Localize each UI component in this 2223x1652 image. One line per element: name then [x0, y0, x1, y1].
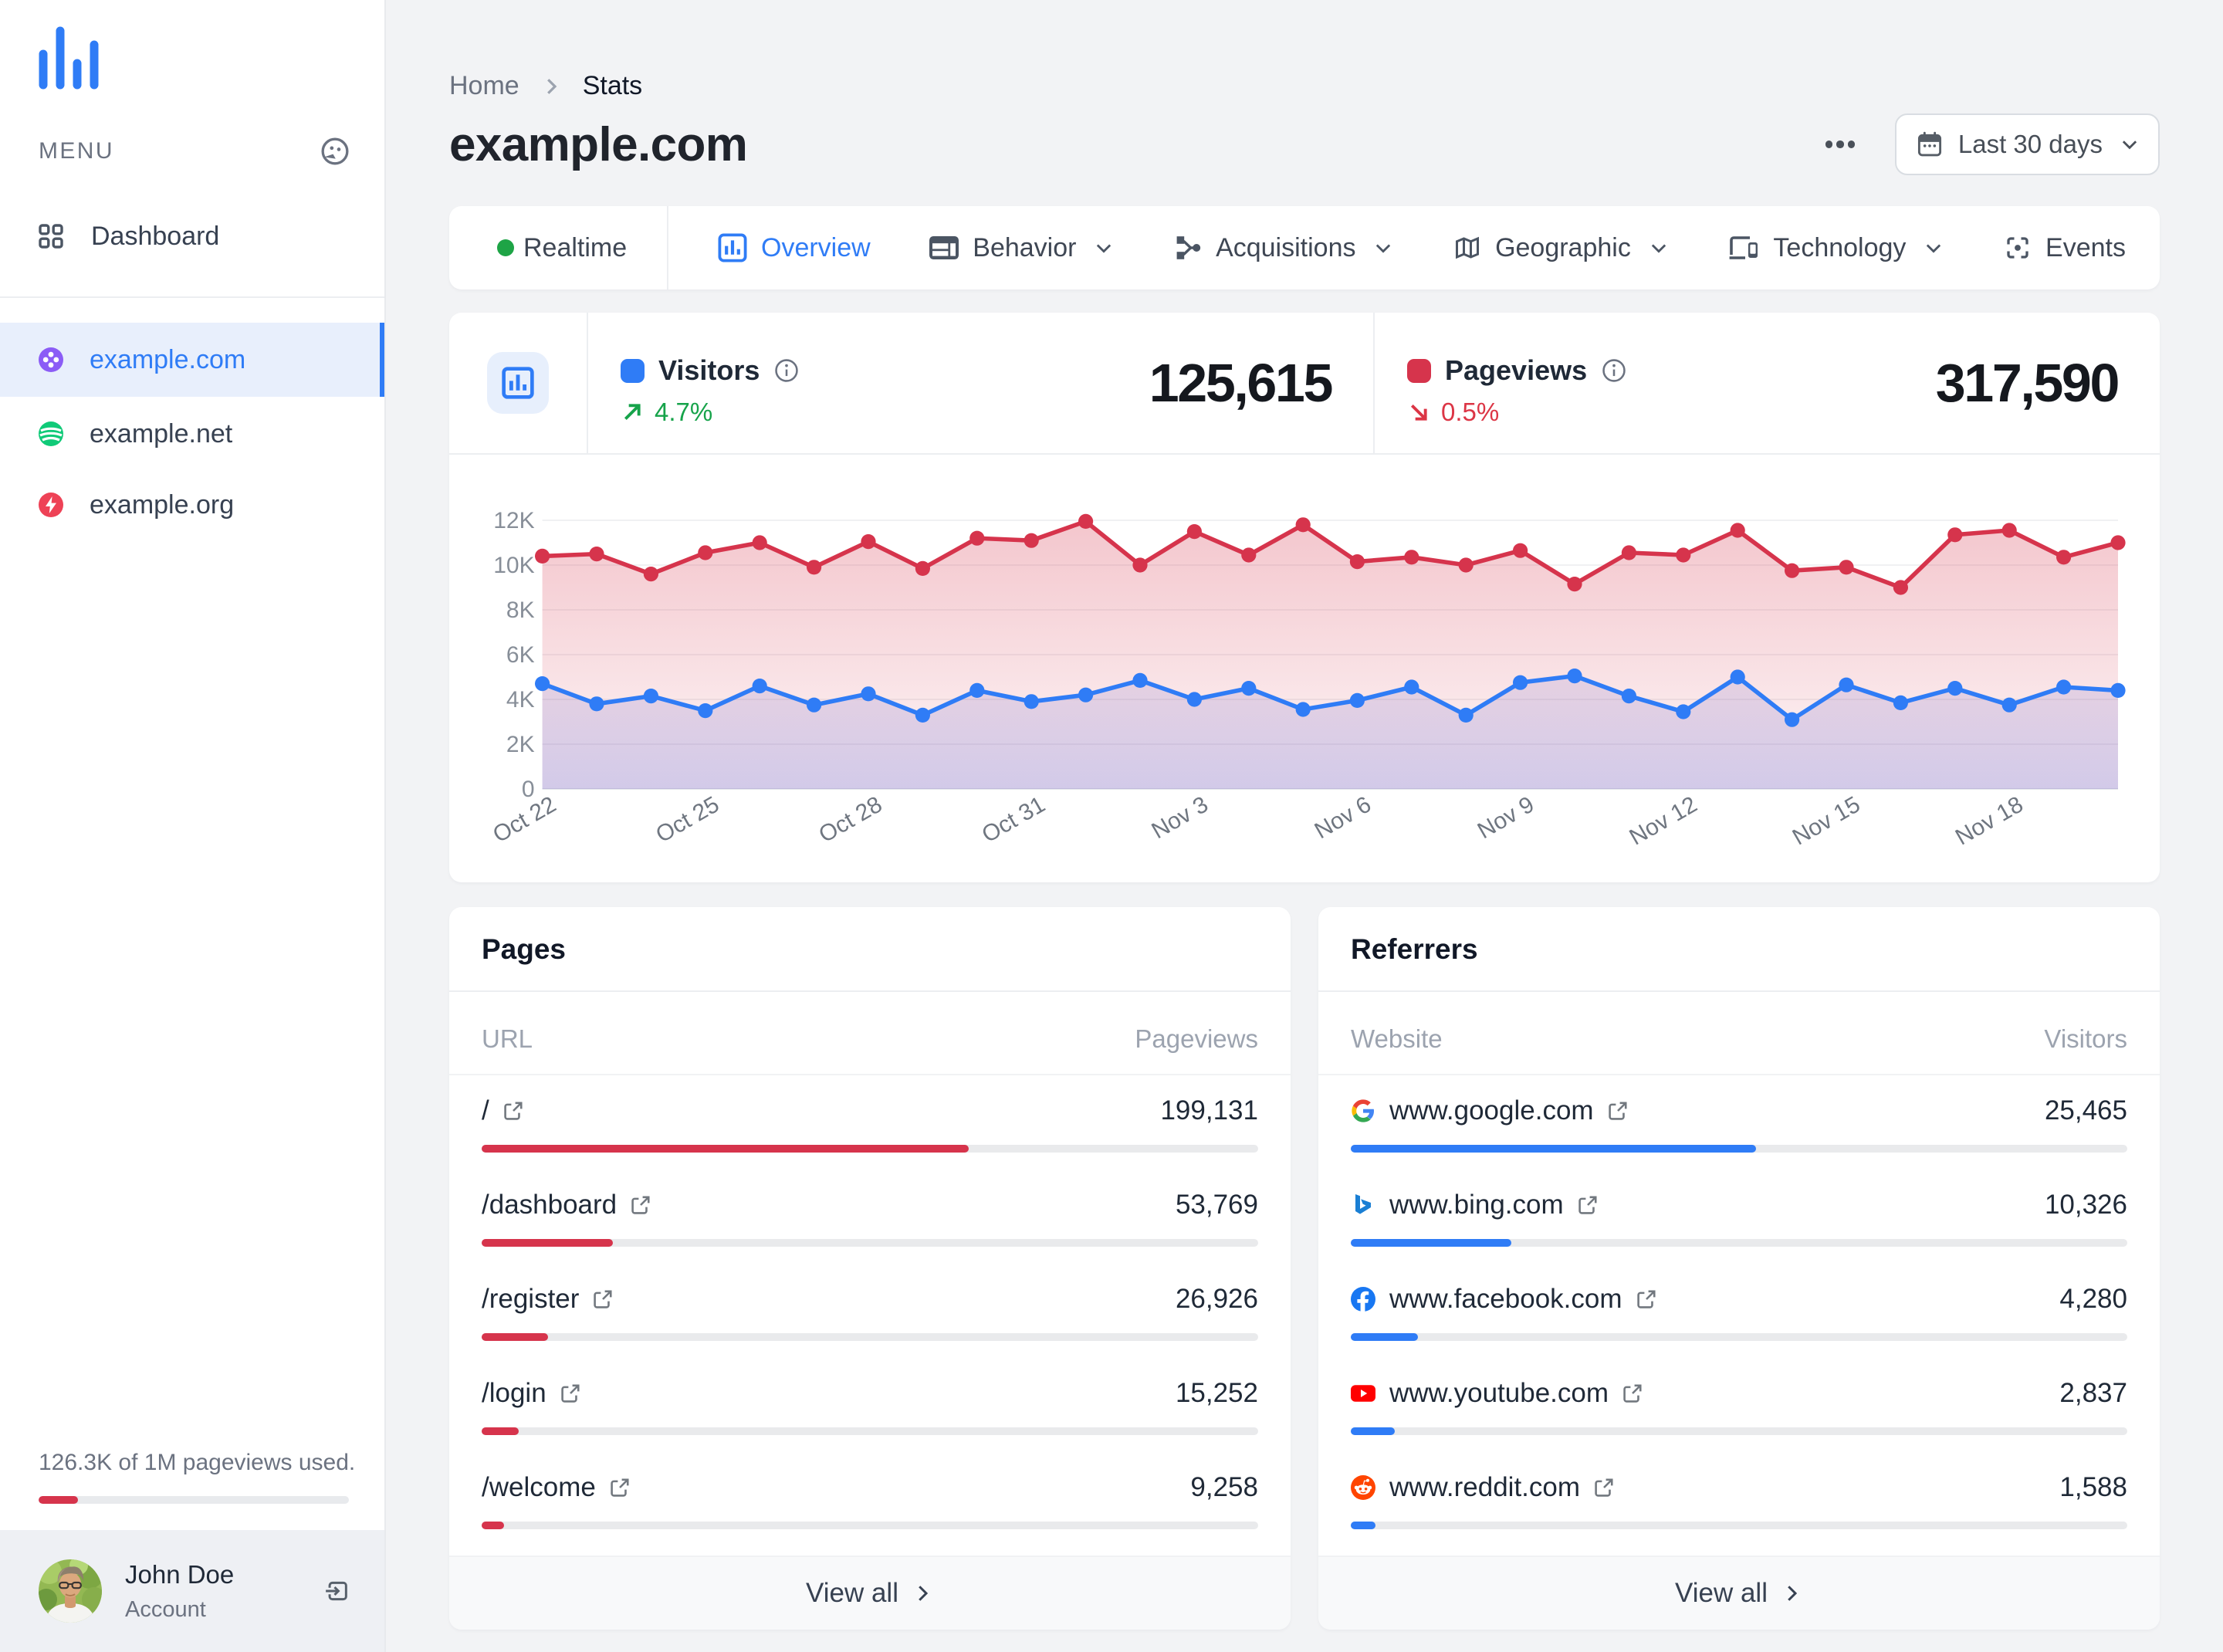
svg-text:Oct 28: Oct 28	[814, 791, 886, 848]
svg-text:6K: 6K	[506, 642, 535, 668]
svg-text:10K: 10K	[493, 553, 534, 578]
svg-text:12K: 12K	[493, 508, 534, 533]
svg-text:Nov 12: Nov 12	[1626, 791, 1702, 850]
svg-text:Nov 3: Nov 3	[1147, 791, 1212, 844]
svg-text:Nov 18: Nov 18	[1951, 791, 2028, 850]
svg-text:8K: 8K	[506, 597, 535, 623]
svg-text:Nov 15: Nov 15	[1788, 791, 1865, 850]
svg-text:2K: 2K	[506, 732, 535, 757]
svg-text:Nov 9: Nov 9	[1474, 791, 1538, 844]
svg-text:Nov 6: Nov 6	[1311, 791, 1375, 844]
svg-text:0: 0	[522, 777, 535, 802]
svg-text:Oct 25: Oct 25	[651, 791, 723, 848]
svg-text:Oct 31: Oct 31	[978, 791, 1050, 848]
svg-text:4K: 4K	[506, 687, 535, 713]
